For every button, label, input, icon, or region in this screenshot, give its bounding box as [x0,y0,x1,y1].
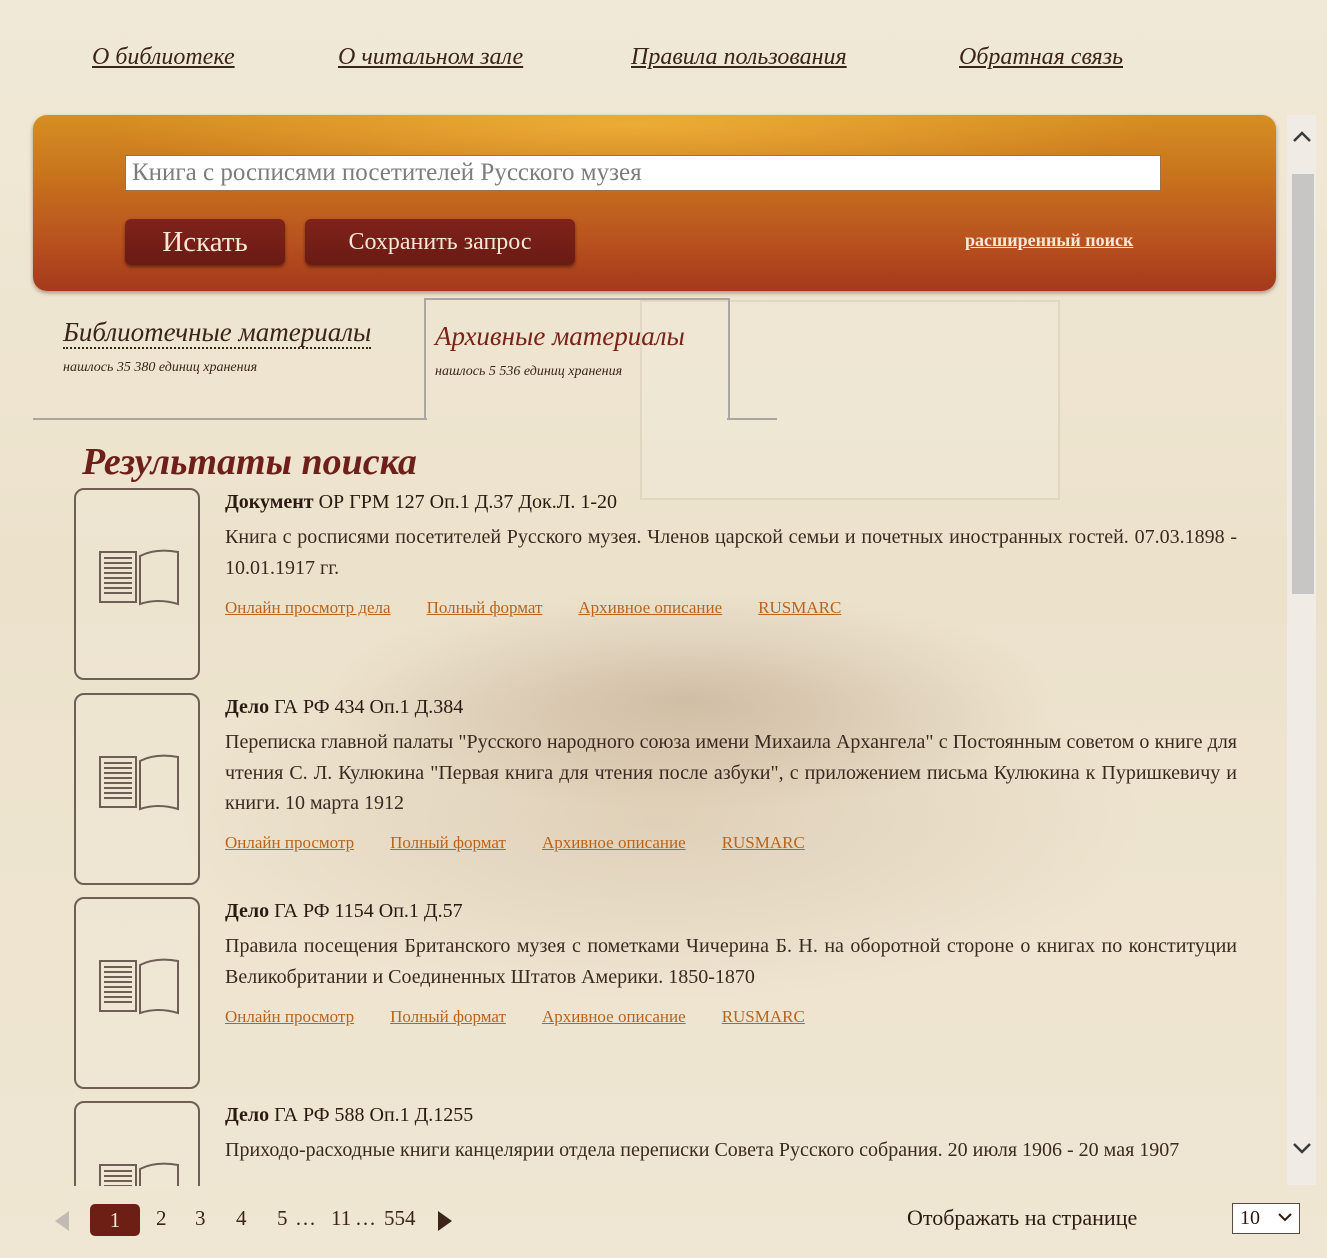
chevron-up-icon [1292,131,1311,142]
chevron-left-icon[interactable] [55,1211,69,1231]
archive-description-link[interactable]: Архивное описание [542,1007,686,1027]
book-document-icon [99,754,179,811]
page-ellipsis: … [355,1206,376,1230]
book-document-icon [99,1162,179,1186]
result-type: Документ [225,491,314,513]
nav-link-about-reading-room[interactable]: О читальном зале [338,44,523,71]
rusmarc-link[interactable]: RUSMARC [722,1007,805,1027]
result-type: Дело [225,696,270,718]
result-thumbnail[interactable] [74,897,200,1089]
archive-description-link[interactable]: Архивное описание [578,598,722,618]
tab-divider [727,418,777,420]
rusmarc-link[interactable]: RUSMARC [758,598,841,618]
nav-link-rules[interactable]: Правила пользования [631,44,847,71]
chevron-right-icon[interactable] [438,1211,452,1231]
result-thumbnail[interactable] [74,1101,200,1186]
scroll-up-button[interactable] [1287,129,1316,159]
search-banner: Искать Сохранить запрос расширенный поис… [33,115,1276,291]
result-description: Переписка главной палаты "Русского народ… [225,731,1237,814]
result-header: Дело ГА РФ 434 Оп.1 Д.384 [225,696,463,719]
result-links: Онлайн просмотр дела Полный формат Архивно… [225,598,877,618]
tab-library-materials[interactable]: Библиотечные материалы нашлось 35 380 ед… [63,317,372,376]
tab-archive-materials[interactable]: Архивные материалы нашлось 5 536 единиц … [435,321,685,380]
nav-link-about-library[interactable]: О библиотеке [92,44,235,71]
page-link[interactable]: 2 [156,1206,167,1231]
page-link[interactable]: 11 [331,1206,351,1231]
result-reference: ОР ГРМ 127 Оп.1 Д.37 Док.Л. 1-20 [313,491,618,513]
search-input[interactable] [125,155,1161,191]
page-ellipsis: … [295,1206,316,1230]
tab-count: нашлось 5 536 единиц хранения [435,364,623,379]
result-header: Документ ОР ГРМ 127 Оп.1 Д.37 Док.Л. 1-2… [225,491,617,514]
page-link[interactable]: 5 [277,1206,288,1231]
result-links: Онлайн просмотр Полный формат Архивное опи… [225,833,841,853]
advanced-search-link[interactable]: расширенный поиск [965,230,1133,251]
scroll-down-button[interactable] [1287,1141,1316,1171]
result-thumbnail[interactable] [74,693,200,885]
result-reference: ГА РФ 1154 Оп.1 Д.57 [269,900,463,922]
save-query-button[interactable]: Сохранить запрос [305,219,575,265]
result-description: Правила посещения Британского музея с по… [225,935,1237,988]
result-description: Приходо-расходные книги канцелярии отдел… [225,1139,1180,1161]
page-link[interactable]: 4 [236,1206,247,1231]
full-format-link[interactable]: Полный формат [390,833,506,853]
tab-label: Библиотечные материалы [63,317,372,349]
rusmarc-link[interactable]: RUSMARC [722,833,805,853]
results-title: Результаты поиска [82,441,417,483]
result-links: Онлайн просмотр Полный формат Архивное опи… [225,1007,841,1027]
chevron-down-icon [1278,1203,1292,1232]
full-format-link[interactable]: Полный формат [390,1007,506,1027]
result-thumbnail[interactable] [74,488,200,680]
search-button[interactable]: Искать [125,219,285,265]
scroll-thumb[interactable] [1292,174,1314,594]
archive-description-link[interactable]: Архивное описание [542,833,686,853]
result-reference: ГА РФ 588 Оп.1 Д.1255 [269,1104,474,1126]
online-view-link[interactable]: Онлайн просмотр [225,833,354,853]
result-reference: ГА РФ 434 Оп.1 Д.384 [269,696,464,718]
results-list: Документ ОР ГРМ 127 Оп.1 Д.37 Док.Л. 1-2… [33,486,1283,1186]
result-type: Дело [225,1104,270,1126]
chevron-down-icon [1292,1143,1311,1154]
tab-count: нашлось 35 380 единиц хранения [63,360,258,375]
results-scrollbar[interactable] [1287,115,1316,1185]
online-view-link[interactable]: Онлайн просмотр [225,1007,354,1027]
result-header: Дело ГА РФ 588 Оп.1 Д.1255 [225,1104,473,1127]
result-description: Книга с росписями посетителей Русского м… [225,526,1237,579]
page-link[interactable]: 554 [384,1206,416,1231]
online-view-link[interactable]: Онлайн просмотр дела [225,598,391,618]
page-current[interactable]: 1 [90,1204,140,1236]
per-page-select[interactable]: 10 [1232,1203,1300,1234]
page-link[interactable]: 3 [195,1206,206,1231]
per-page-label: Отображать на странице [907,1205,1138,1230]
tab-divider [33,418,427,420]
book-document-icon [99,549,179,606]
result-type: Дело [225,900,270,922]
per-page-value: 10 [1240,1207,1260,1229]
tab-label: Архивные материалы [435,321,685,351]
nav-link-feedback[interactable]: Обратная связь [959,44,1123,71]
full-format-link[interactable]: Полный формат [427,598,543,618]
book-document-icon [99,958,179,1015]
result-header: Дело ГА РФ 1154 Оп.1 Д.57 [225,900,463,923]
